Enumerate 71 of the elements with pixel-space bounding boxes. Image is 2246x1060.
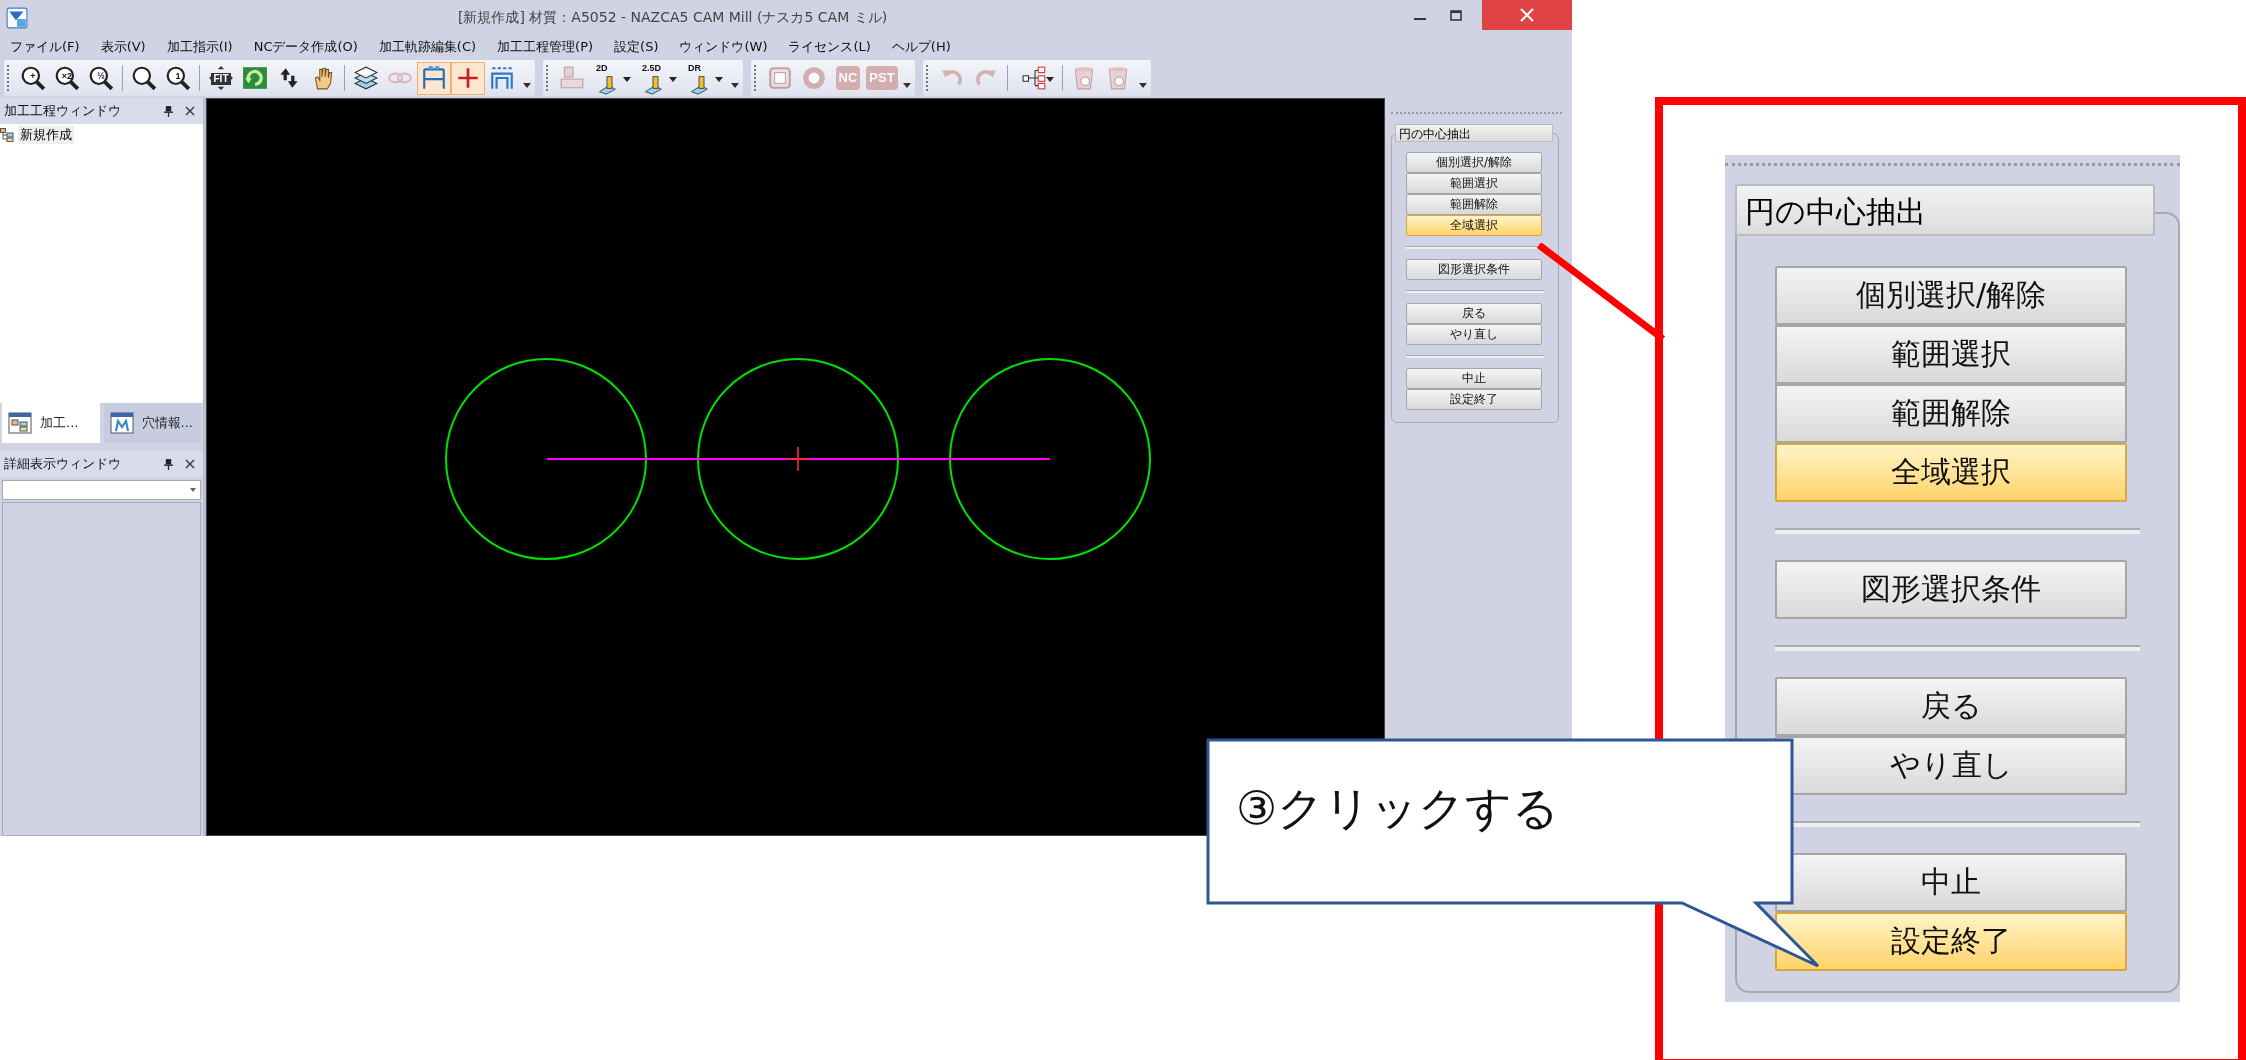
- dimension-button[interactable]: [417, 61, 451, 95]
- panel-tab[interactable]: 穴情報...: [103, 403, 201, 443]
- menu-item[interactable]: ライセンス(L): [788, 38, 871, 56]
- close-icon[interactable]: [185, 459, 195, 469]
- fit-button[interactable]: FIT: [204, 61, 238, 95]
- panel-button[interactable]: 図形選択条件: [1775, 560, 2127, 619]
- panel-button[interactable]: 戻る: [1406, 303, 1542, 324]
- tool-icon: [596, 74, 618, 95]
- tool-icon: [688, 74, 710, 95]
- pin-icon[interactable]: [164, 105, 173, 117]
- dropdown-field[interactable]: [2, 480, 201, 500]
- panel-button[interactable]: 全域選択: [1406, 215, 1542, 236]
- menu-item[interactable]: ヘルプ(H): [891, 38, 951, 56]
- panel-button[interactable]: 中止: [1775, 853, 2127, 912]
- pin-icon[interactable]: [164, 458, 173, 470]
- crosshair-button[interactable]: [451, 61, 485, 95]
- panel-button[interactable]: 図形選択条件: [1406, 259, 1542, 280]
- panel-button[interactable]: 範囲解除: [1406, 194, 1542, 215]
- refresh-icon: [242, 65, 268, 91]
- magnifier-icon: [131, 65, 157, 91]
- tool-menu-button[interactable]: 2D: [589, 61, 635, 95]
- tree-icon: [1022, 65, 1048, 91]
- tool-menu-button[interactable]: 2.5D: [635, 61, 681, 95]
- panel-button[interactable]: 範囲解除: [1775, 384, 2127, 443]
- panel-button[interactable]: やり直し: [1775, 736, 2127, 795]
- menu-item[interactable]: NCデータ作成(O): [253, 38, 358, 56]
- panel-title: 詳細表示ウィンドウ: [4, 455, 122, 473]
- window-title: [新規作成] 材質：A5052 - NAZCA5 CAM Mill (ナスカ5 CAM ミル): [458, 9, 888, 27]
- close-button[interactable]: [1482, 0, 1572, 30]
- dimension-icon: [421, 65, 447, 91]
- group-title: 円の中心抽出: [1395, 124, 1553, 142]
- frame-icon: [767, 65, 793, 91]
- plus-icon: [455, 65, 481, 91]
- app-logo-icon: [6, 7, 28, 29]
- callout-text: ③クリックする: [1236, 780, 1560, 837]
- wheel-icon: [801, 65, 827, 91]
- panel-button[interactable]: 全域選択: [1775, 443, 2127, 502]
- layers-icon: [353, 65, 379, 91]
- panel-button[interactable]: 範囲選択: [1775, 325, 2127, 384]
- panel-button[interactable]: 戻る: [1775, 677, 2127, 736]
- zoom-button[interactable]: 1: [161, 61, 195, 95]
- window-icon: [109, 411, 134, 435]
- machine-icon: [559, 65, 585, 91]
- panel-tab[interactable]: 加工...: [2, 403, 100, 443]
- window-icon: [8, 411, 32, 435]
- close-icon: [1519, 7, 1535, 23]
- tool-icon: [642, 74, 664, 95]
- menu-item[interactable]: 設定(S): [614, 38, 659, 56]
- dimension-icon: [489, 65, 515, 91]
- menu-item[interactable]: ウィンドウ(W): [679, 38, 768, 56]
- panel-button[interactable]: 中止: [1406, 368, 1542, 389]
- menu-item[interactable]: 加工指示(I): [166, 38, 233, 56]
- panel-title: 加工工程ウィンドウ: [4, 102, 122, 120]
- panel-button[interactable]: 個別選択/解除: [1775, 266, 2127, 325]
- tree-node-icon: [0, 128, 14, 142]
- zoom-button[interactable]: ×2: [50, 61, 84, 95]
- tree-item[interactable]: 新規作成: [18, 126, 74, 144]
- zoom-button[interactable]: +: [16, 61, 50, 95]
- menu-item[interactable]: ファイル(F): [10, 38, 80, 56]
- tool-menu-button[interactable]: DR: [681, 61, 727, 95]
- panel-button[interactable]: 範囲選択: [1406, 173, 1542, 194]
- menu-item[interactable]: 加工軌跡編集(C): [378, 38, 477, 56]
- menu-item[interactable]: 加工工程管理(P): [497, 38, 594, 56]
- zoom-button[interactable]: ½: [84, 61, 118, 95]
- panel-button[interactable]: 個別選択/解除: [1406, 152, 1542, 173]
- group-title: 円の中心抽出: [1735, 184, 2155, 236]
- menu-item[interactable]: 表示(V): [100, 38, 146, 56]
- panel-button[interactable]: 設定終了: [1406, 389, 1542, 410]
- panel-button[interactable]: やり直し: [1406, 324, 1542, 345]
- close-icon[interactable]: [185, 106, 195, 116]
- panel-button[interactable]: 設定終了: [1775, 912, 2127, 971]
